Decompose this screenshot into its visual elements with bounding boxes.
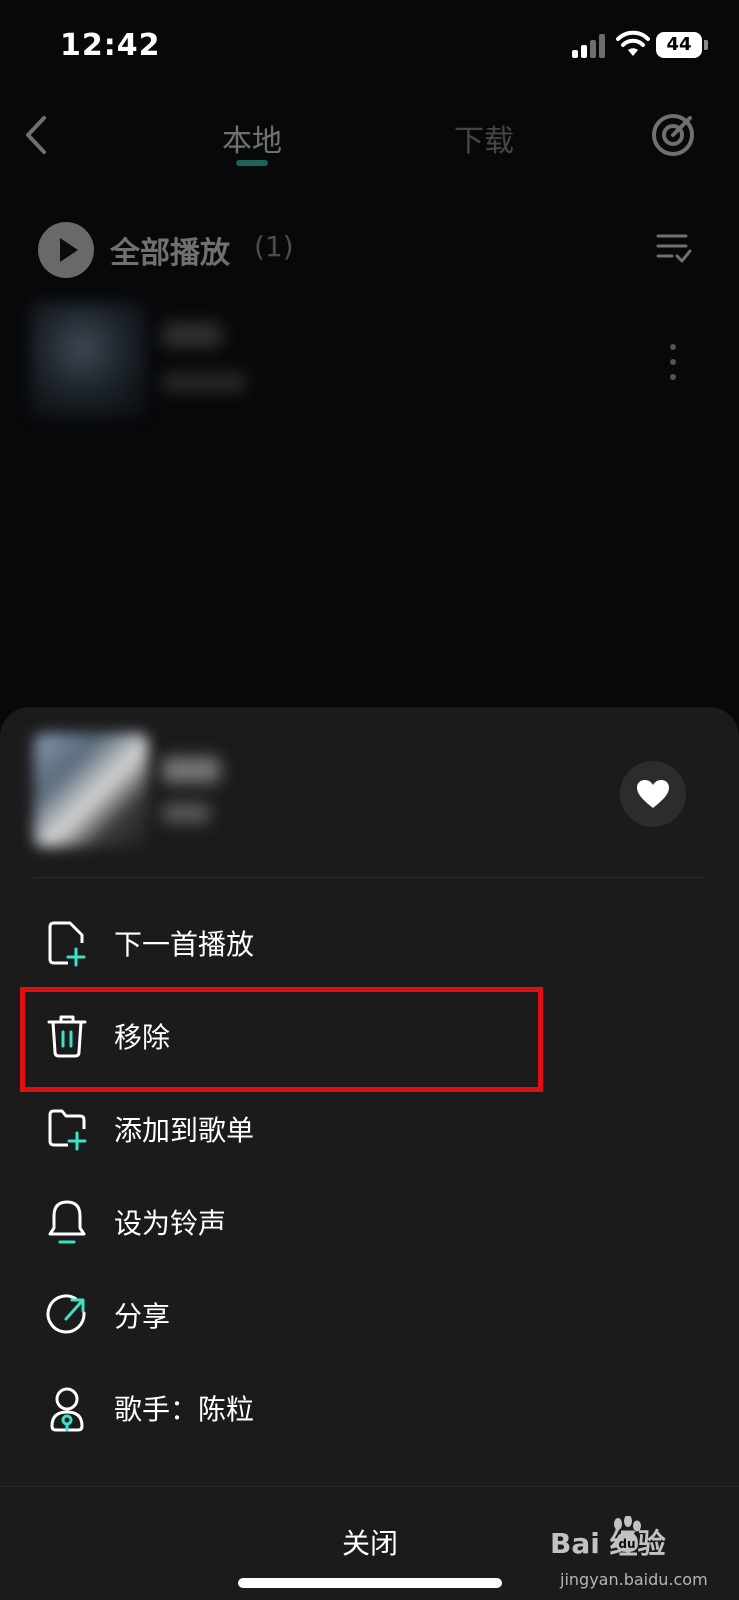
singer-icon — [50, 1387, 84, 1432]
watermark-logo-text: Bai 经验 — [550, 1527, 666, 1560]
play-icon — [60, 238, 78, 262]
folder-plus-icon — [48, 921, 86, 967]
status-bar: 12:42 44 — [0, 0, 739, 92]
menu-label-play-next: 下一首播放 — [114, 928, 255, 961]
play-all-label[interactable]: 全部播放 — [110, 228, 230, 272]
status-time: 12:42 — [60, 28, 161, 63]
song-action-sheet: 下一首播放 移除 添加到歌单 设为铃声 分享 歌手：陈粒 — [0, 707, 739, 1600]
battery-indicator: 44 — [656, 32, 702, 58]
menu-label-share: 分享 — [114, 1300, 171, 1333]
battery-cap — [704, 40, 708, 50]
highlight-box — [20, 987, 543, 1092]
wifi-icon — [616, 30, 650, 56]
more-options-icon[interactable] — [668, 342, 678, 382]
scan-radar-icon[interactable] — [650, 112, 696, 158]
local-music-page: 本地 下载 全部播放 (1) — [0, 92, 739, 712]
song-title-blurred — [162, 322, 222, 348]
heart-icon — [637, 780, 669, 808]
home-indicator[interactable] — [238, 1578, 502, 1588]
share-icon — [46, 1294, 86, 1334]
song-artist-blurred — [162, 372, 246, 392]
tab-download[interactable]: 下载 — [454, 116, 514, 160]
menu-item-share[interactable]: 分享 — [0, 1269, 739, 1361]
back-arrow-icon[interactable] — [20, 114, 50, 156]
multi-select-icon[interactable] — [656, 232, 692, 264]
menu-label-singer: 歌手：陈粒 — [114, 1393, 255, 1426]
menu-item-singer[interactable]: 歌手：陈粒 — [0, 1362, 739, 1454]
baidu-jingyan-watermark: Bai 经验 du jingyan.baidu.com — [550, 1516, 739, 1600]
sheet-bottom-divider — [0, 1486, 739, 1487]
menu-item-set-ringtone[interactable]: 设为铃声 — [0, 1176, 739, 1268]
sheet-song-artist-blurred — [162, 803, 210, 823]
like-button[interactable] — [620, 761, 686, 827]
svg-text:du: du — [618, 1537, 635, 1551]
menu-label-add-to-playlist: 添加到歌单 — [114, 1114, 255, 1147]
close-button[interactable]: 关闭 — [300, 1522, 440, 1568]
sheet-song-title-blurred — [162, 757, 220, 783]
menu-item-play-next[interactable]: 下一首播放 — [0, 897, 739, 989]
menu-label-set-ringtone: 设为铃声 — [114, 1207, 227, 1240]
menu-item-add-to-playlist[interactable]: 添加到歌单 — [0, 1083, 739, 1175]
song-cover-thumbnail[interactable] — [30, 302, 146, 418]
folder-add-icon — [48, 1109, 87, 1151]
play-all-count: (1) — [254, 230, 294, 263]
screen: 12:42 44 本地 下载 全部播放 (1) 下一首播放 移除 添加到歌单 设… — [0, 0, 739, 1600]
tab-local[interactable]: 本地 — [222, 116, 282, 160]
bell-icon — [48, 1200, 86, 1244]
sheet-divider — [34, 877, 704, 878]
tab-active-indicator — [236, 160, 268, 166]
watermark-url: jingyan.baidu.com — [560, 1570, 708, 1589]
cellular-signal-icon — [572, 34, 608, 58]
play-all-button[interactable] — [38, 222, 94, 278]
paw-logo-icon: du — [614, 1516, 641, 1552]
sheet-song-cover — [34, 733, 148, 847]
